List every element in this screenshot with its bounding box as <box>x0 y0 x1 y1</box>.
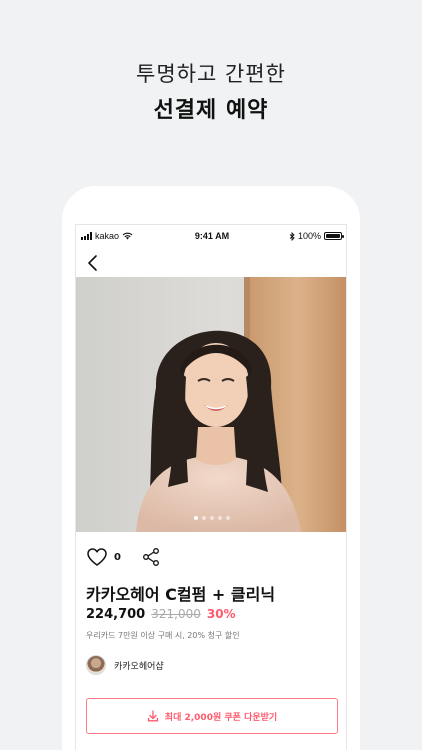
product-title: 카카오헤어 C컬펌 + 클리닉 <box>86 585 276 604</box>
seller-row[interactable]: 카카오헤어샵 <box>86 655 164 675</box>
phone-screen: kakao 9:41 AM 100% 0 카카오헤어 C컬펌 + 클리닉 224… <box>75 224 347 750</box>
pager-dot <box>218 516 222 520</box>
seller-name: 카카오헤어샵 <box>114 661 164 672</box>
back-arrow-icon[interactable] <box>82 252 104 274</box>
original-price: 321,000 <box>151 607 201 621</box>
bluetooth-icon <box>289 231 295 241</box>
product-image[interactable] <box>76 277 346 532</box>
card-benefit-text: 우리카드 7만원 이상 구매 시, 20% 청구 할인 <box>86 631 240 640</box>
avatar <box>86 655 106 675</box>
product-photo <box>76 277 346 532</box>
headline-line-1: 투명하고 간편한 <box>136 62 286 86</box>
pager-dot <box>194 516 198 520</box>
battery-percent: 100% <box>297 231 321 241</box>
pager-dot <box>202 516 206 520</box>
discount-rate: 30% <box>206 607 236 621</box>
download-icon <box>147 710 158 722</box>
battery-icon <box>324 232 344 240</box>
like-count: 0 <box>114 551 121 563</box>
heart-icon[interactable] <box>86 546 108 568</box>
price-row: 224,700 321,000 30% <box>86 607 236 622</box>
action-bar: 0 <box>86 545 161 569</box>
coupon-download-button[interactable]: 최대 2,000원 쿠폰 다운받기 <box>86 698 338 734</box>
nav-bar <box>76 249 346 277</box>
coupon-label: 최대 2,000원 쿠폰 다운받기 <box>164 712 278 723</box>
share-icon[interactable] <box>141 547 161 567</box>
pager-dot <box>226 516 230 520</box>
sale-price: 224,700 <box>86 607 146 622</box>
pager-dot <box>210 516 214 520</box>
image-pager <box>76 516 346 520</box>
headline-line-2: 선결제 예약 <box>153 98 269 123</box>
status-bar: kakao 9:41 AM 100% <box>76 225 346 249</box>
